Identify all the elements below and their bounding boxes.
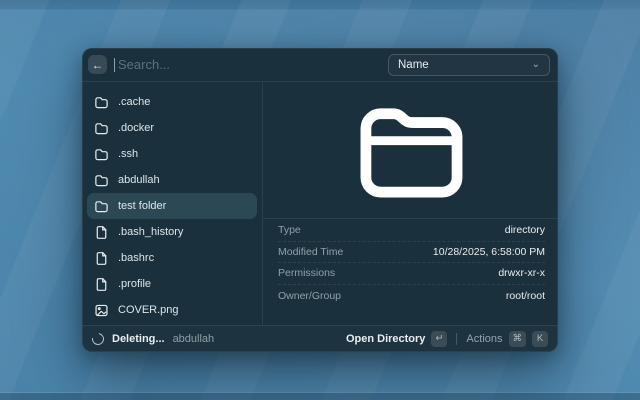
folder-large-icon <box>357 102 465 199</box>
sidebar-item-label: test folder <box>118 200 166 212</box>
sidebar-item-docker[interactable]: .docker <box>87 115 257 141</box>
sidebar-item-test-folder[interactable]: test folder <box>87 193 257 219</box>
sort-dropdown[interactable]: Name ⌄ <box>388 54 550 76</box>
cmd-key-badge: ⌘ <box>509 331 527 347</box>
metadata-label: Permissions <box>278 267 335 279</box>
window-body: .cache .docker .ssh abdullah test folder <box>82 82 558 325</box>
metadata-row-permissions: Permissions drwxr-xr-x <box>278 263 545 285</box>
metadata-value: drwxr-xr-x <box>498 267 545 279</box>
sidebar-item-label: .profile <box>118 278 151 290</box>
metadata-value: 10/28/2025, 6:58:00 PM <box>433 246 545 258</box>
enter-key-badge: ↵ <box>431 331 447 347</box>
file-icon <box>94 251 109 266</box>
sidebar-item-label: abdullah <box>118 174 160 186</box>
open-directory-button[interactable]: Open Directory <box>346 333 425 345</box>
sidebar-item-label: .bashrc <box>118 252 154 264</box>
metadata-row-owner-group: Owner/Group root/root <box>278 285 545 307</box>
folder-icon <box>94 147 109 162</box>
metadata-row-modified-time: Modified Time 10/28/2025, 6:58:00 PM <box>278 242 545 264</box>
sidebar-item-label: COVER.png <box>118 304 179 316</box>
metadata-label: Type <box>278 224 301 236</box>
sidebar-item-label: .cache <box>118 96 150 108</box>
image-icon <box>94 303 109 318</box>
sidebar-item-label: .docker <box>118 122 154 134</box>
search-input[interactable] <box>114 57 381 72</box>
sidebar-item-bash-history[interactable]: .bash_history <box>87 219 257 245</box>
metadata-label: Modified Time <box>278 246 343 258</box>
sort-dropdown-value: Name <box>398 59 429 71</box>
actions-button[interactable]: Actions <box>466 333 502 345</box>
folder-icon <box>94 121 109 136</box>
sidebar-item-cover-png[interactable]: COVER.png <box>87 297 257 323</box>
metadata-row-type: Type directory <box>278 220 545 242</box>
folder-icon <box>94 199 109 214</box>
metadata-label: Owner/Group <box>278 290 341 302</box>
sidebar-item-abdullah[interactable]: abdullah <box>87 167 257 193</box>
footer-actions: Open Directory ↵ Actions ⌘ K <box>346 331 548 347</box>
metadata-value: directory <box>505 224 545 236</box>
folder-icon <box>94 173 109 188</box>
sidebar-item-label: .bash_history <box>118 226 183 238</box>
search-field-wrap <box>114 48 381 81</box>
status-target-label: abdullah <box>173 333 215 345</box>
sidebar-item-cache[interactable]: .cache <box>87 89 257 115</box>
metadata-table: Type directory Modified Time 10/28/2025,… <box>263 218 558 325</box>
text-caret <box>114 58 115 72</box>
file-icon <box>94 277 109 292</box>
sidebar-item-label: .ssh <box>118 148 138 160</box>
sidebar-item-ssh[interactable]: .ssh <box>87 141 257 167</box>
chevron-down-icon: ⌄ <box>532 60 540 70</box>
footer-bar: Deleting... abdullah Open Directory ↵ Ac… <box>82 325 558 352</box>
desktop-background: ← Name ⌄ .cache .docker <box>0 0 640 400</box>
preview-area <box>263 82 558 218</box>
file-search-window: ← Name ⌄ .cache .docker <box>82 48 558 352</box>
search-header: ← Name ⌄ <box>82 48 558 82</box>
back-button[interactable]: ← <box>88 55 107 74</box>
status-action-label: Deleting... <box>112 333 165 345</box>
loading-spinner-icon <box>90 331 107 348</box>
file-icon <box>94 225 109 240</box>
sidebar-item-profile[interactable]: .profile <box>87 271 257 297</box>
detail-panel: Type directory Modified Time 10/28/2025,… <box>263 82 558 325</box>
file-list-sidebar: .cache .docker .ssh abdullah test folder <box>82 82 263 325</box>
back-arrow-icon: ← <box>92 59 104 71</box>
footer-divider <box>456 333 457 345</box>
metadata-value: root/root <box>506 290 545 302</box>
folder-icon <box>94 95 109 110</box>
sidebar-item-bashrc[interactable]: .bashrc <box>87 245 257 271</box>
k-key-badge: K <box>532 331 548 347</box>
